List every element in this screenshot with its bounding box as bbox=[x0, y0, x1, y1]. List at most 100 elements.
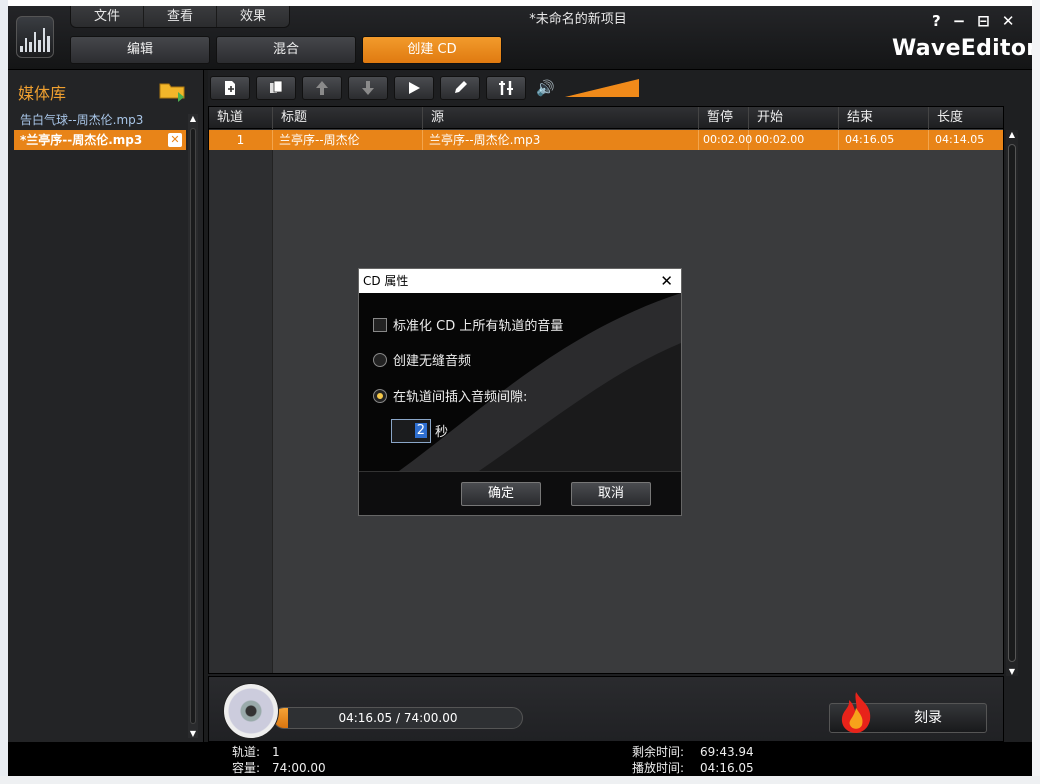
arrow-down-icon bbox=[362, 81, 374, 95]
window-controls: ? − ⊟ ✕ bbox=[932, 12, 1014, 30]
new-file-icon bbox=[225, 81, 235, 95]
gap-seconds-value: 2 bbox=[414, 423, 427, 438]
capacity-text: 04:16.05 / 74:00.00 bbox=[338, 711, 458, 725]
remove-icon[interactable]: ✕ bbox=[168, 133, 182, 147]
new-track-button[interactable] bbox=[210, 76, 250, 100]
edit-button[interactable] bbox=[440, 76, 480, 100]
gapless-option[interactable]: 创建无缝音频 bbox=[373, 350, 471, 369]
app-logo-icon bbox=[16, 16, 54, 58]
burn-button[interactable]: 刻录 bbox=[829, 692, 987, 733]
status-remaining-label: 剩余时间: bbox=[632, 745, 685, 759]
header-title[interactable]: 标题 bbox=[273, 107, 423, 129]
dialog-close-icon[interactable]: ✕ bbox=[660, 269, 673, 293]
media-library-title: 媒体库 bbox=[18, 84, 67, 103]
cell-pause: 00:02.00 bbox=[699, 130, 752, 150]
cell-title: 兰亭序--周杰伦 bbox=[273, 130, 423, 150]
arrow-up-icon bbox=[316, 81, 328, 95]
title-bar: 文件 查看 效果 *未命名的新项目 ? − ⊟ ✕ WaveEditor 编辑 … bbox=[8, 6, 1032, 70]
cell-start: 00:02.00 bbox=[749, 130, 839, 150]
list-item-selected[interactable]: *兰亭序--周杰伦.mp3 ✕ bbox=[14, 130, 186, 150]
play-icon bbox=[409, 82, 420, 94]
close-button[interactable]: ✕ bbox=[1002, 12, 1015, 30]
gap-seconds-input[interactable]: 2 bbox=[391, 419, 431, 443]
help-button[interactable]: ? bbox=[932, 12, 941, 30]
media-scrollbar[interactable]: ▲ ▼ bbox=[188, 114, 198, 738]
minimize-button[interactable]: − bbox=[953, 12, 966, 30]
menu-view[interactable]: 查看 bbox=[144, 6, 217, 27]
table-row[interactable]: 1 兰亭序--周杰伦 兰亭序--周杰伦.mp3 00:02.00 00:02.0… bbox=[209, 130, 1003, 150]
normalize-checkbox[interactable] bbox=[373, 317, 387, 332]
gap-unit-label: 秒 bbox=[435, 425, 449, 440]
flame-icon bbox=[841, 692, 871, 733]
dialog-footer: 确定 取消 bbox=[359, 471, 681, 515]
mode-tabs: 编辑 混合 创建 CD bbox=[70, 36, 502, 64]
cd-capacity-panel: 04:16.05 / 74:00.00 刻录 bbox=[208, 676, 1004, 742]
media-item-label: *兰亭序--周杰伦.mp3 bbox=[20, 133, 143, 147]
move-down-button[interactable] bbox=[348, 76, 388, 100]
dialog-title: CD 属性 bbox=[363, 274, 409, 288]
ok-button[interactable]: 确定 bbox=[461, 482, 541, 506]
main-menu: 文件 查看 效果 bbox=[70, 6, 290, 28]
status-track-label: 轨道: bbox=[232, 745, 261, 759]
tab-mix[interactable]: 混合 bbox=[216, 36, 356, 64]
brand-logo: WaveEditor bbox=[892, 36, 1032, 61]
import-folder-icon[interactable] bbox=[158, 78, 188, 102]
status-capacity-value: 74:00.00 bbox=[272, 761, 326, 775]
dialog-body: 标准化 CD 上所有轨道的音量 创建无缝音频 在轨道间插入音频间隙: bbox=[359, 293, 681, 471]
menu-effects[interactable]: 效果 bbox=[217, 6, 289, 27]
list-item[interactable]: 告白气球--周杰伦.mp3 bbox=[14, 110, 186, 130]
speaker-icon[interactable]: 🔊 bbox=[536, 79, 555, 97]
status-track-value: 1 bbox=[272, 745, 280, 759]
gap-radio[interactable] bbox=[373, 388, 387, 403]
header-pause[interactable]: 暂停 bbox=[699, 107, 749, 129]
move-up-button[interactable] bbox=[302, 76, 342, 100]
volume-level-icon bbox=[564, 79, 639, 97]
cell-length: 04:14.05 bbox=[935, 133, 985, 146]
scroll-track[interactable] bbox=[190, 128, 196, 724]
copy-icon bbox=[270, 80, 283, 93]
status-playtime-value: 04:16.05 bbox=[700, 761, 754, 775]
gap-label: 在轨道间插入音频间隙: bbox=[393, 390, 528, 405]
cd-capacity-bar: 04:16.05 / 74:00.00 bbox=[273, 707, 523, 729]
table-scrollbar[interactable]: ▲ ▼ bbox=[1006, 130, 1018, 676]
maximize-button[interactable]: ⊟ bbox=[977, 12, 990, 30]
cancel-button[interactable]: 取消 bbox=[571, 482, 651, 506]
scroll-up-icon[interactable]: ▲ bbox=[188, 114, 198, 123]
play-button[interactable] bbox=[394, 76, 434, 100]
pencil-icon bbox=[455, 81, 467, 93]
menu-file[interactable]: 文件 bbox=[71, 6, 144, 27]
status-bar: 轨道: 1 容量: 74:00.00 剩余时间: 69:43.94 播放时间: 04:1… bbox=[8, 742, 1032, 776]
media-list: 告白气球--周杰伦.mp3 *兰亭序--周杰伦.mp3 ✕ bbox=[14, 110, 186, 150]
status-capacity-label: 容量: bbox=[232, 761, 261, 775]
media-item-label: 告白气球--周杰伦.mp3 bbox=[20, 113, 144, 127]
scroll-up-icon[interactable]: ▲ bbox=[1007, 130, 1017, 139]
header-length[interactable]: 长度 bbox=[929, 107, 1003, 129]
desktop-background-right bbox=[1032, 0, 1040, 784]
scroll-down-icon[interactable]: ▼ bbox=[188, 729, 198, 738]
scroll-track[interactable] bbox=[1008, 144, 1016, 662]
cell-source: 兰亭序--周杰伦.mp3 bbox=[423, 130, 699, 150]
cell-end: 04:16.05 bbox=[839, 130, 929, 150]
status-playtime: 播放时间: 04:16.05 bbox=[632, 760, 754, 776]
dialog-title-bar: CD 属性 ✕ bbox=[359, 269, 681, 293]
header-source[interactable]: 源 bbox=[423, 107, 699, 129]
normalize-option[interactable]: 标准化 CD 上所有轨道的音量 bbox=[373, 315, 563, 334]
status-capacity: 容量: 74:00.00 bbox=[232, 760, 326, 776]
cd-disc-icon bbox=[223, 683, 279, 739]
desktop-background-bottom bbox=[0, 776, 1040, 784]
tab-create-cd[interactable]: 创建 CD bbox=[362, 36, 502, 64]
media-library-panel: 媒体库 告白气球--周杰伦.mp3 *兰亭序--周杰伦.mp3 ✕ ▲ ▼ bbox=[8, 70, 204, 742]
gapless-radio[interactable] bbox=[373, 352, 387, 367]
properties-button[interactable] bbox=[486, 76, 526, 100]
tab-edit[interactable]: 编辑 bbox=[70, 36, 210, 64]
scroll-down-icon[interactable]: ▼ bbox=[1007, 667, 1017, 676]
status-remaining: 剩余时间: 69:43.94 bbox=[632, 744, 754, 760]
status-playtime-label: 播放时间: bbox=[632, 761, 685, 775]
header-end[interactable]: 结束 bbox=[839, 107, 929, 129]
gap-option[interactable]: 在轨道间插入音频间隙: bbox=[373, 386, 527, 405]
volume-slider[interactable] bbox=[564, 79, 639, 97]
status-remaining-value: 69:43.94 bbox=[700, 745, 754, 759]
header-track[interactable]: 轨道 bbox=[209, 107, 273, 129]
copy-track-button[interactable] bbox=[256, 76, 296, 100]
header-start[interactable]: 开始 bbox=[749, 107, 839, 129]
